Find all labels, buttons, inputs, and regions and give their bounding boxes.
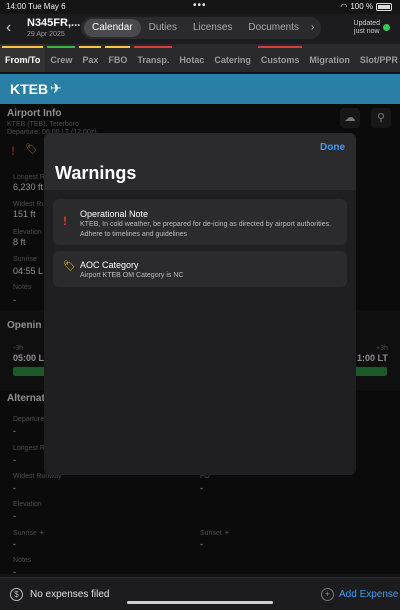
exclamation-icon: !: [63, 214, 67, 228]
tab-transp[interactable]: Transp.: [132, 44, 174, 72]
tab-indicator: [79, 46, 102, 48]
back-chevron-icon[interactable]: ‹: [6, 19, 11, 37]
tag-icon: 🏷: [63, 261, 76, 272]
modal-header: Done Warnings: [44, 133, 356, 190]
no-expenses-text: No expenses filed: [30, 589, 110, 600]
tab-migration[interactable]: Migration: [304, 44, 355, 72]
sync-status-line1: Updated: [353, 20, 380, 27]
status-time: 14:00 Tue May 6: [6, 2, 66, 11]
warning-description: KTEB, In cold weather, be prepared for d…: [80, 221, 331, 238]
warning-card-aoc-category[interactable]: 🏷 AOC Category Airport KTEB OM Category …: [53, 251, 347, 287]
tab-label: Customs: [260, 55, 300, 65]
home-indicator[interactable]: [127, 601, 273, 604]
multitask-dots[interactable]: •••: [193, 0, 207, 11]
tab-pax[interactable]: Pax: [77, 44, 103, 72]
tab-label: Migration: [309, 55, 350, 65]
tab-label: Slot/PPR: [359, 55, 398, 65]
warning-title: AOC Category: [80, 260, 139, 270]
segmented-nav: Calendar Duties Licenses Documents ›: [81, 17, 321, 39]
warning-card-operational-note[interactable]: ! Operational Note KTEB, In cold weather…: [53, 199, 347, 245]
tab-label: Hotac: [179, 55, 205, 65]
tab-fbo[interactable]: FBO: [103, 44, 132, 72]
segment-duties[interactable]: Duties: [141, 19, 185, 37]
chevron-right-icon[interactable]: ›: [307, 19, 318, 37]
battery-indicator: ◠ 100 %: [340, 2, 392, 11]
segment-documents[interactable]: Documents: [240, 19, 307, 37]
tab-label: FBO: [108, 55, 128, 65]
tab-label: Crew: [50, 55, 73, 65]
done-button[interactable]: Done: [320, 142, 345, 153]
flight-title[interactable]: N345FR,...: [27, 17, 80, 29]
warnings-modal: Done Warnings ! Operational Note KTEB, I…: [44, 133, 356, 475]
segment-calendar[interactable]: Calendar: [84, 19, 141, 37]
flight-date: 29 Apr 2025: [27, 31, 65, 38]
airport-code: KTEB: [10, 81, 49, 97]
warning-title: Operational Note: [80, 209, 149, 219]
tab-hotac[interactable]: Hotac: [174, 44, 209, 72]
tab-from-to[interactable]: From/To: [0, 44, 46, 72]
status-bar: 14:00 Tue May 6 ••• ◠ 100 %: [0, 0, 400, 14]
wifi-icon: ◠: [340, 2, 348, 11]
tab-indicator: [2, 46, 44, 48]
tab-catering[interactable]: Catering: [209, 44, 256, 72]
tab-indicator: [105, 46, 131, 48]
dollar-icon: $: [10, 588, 23, 601]
battery-percent: 100 %: [350, 2, 373, 11]
airport-header: KTEB ✈: [0, 74, 400, 104]
tab-crew[interactable]: Crew: [45, 44, 77, 72]
expenses-footer: $ No expenses filed + Add Expense: [0, 577, 400, 610]
segment-licenses[interactable]: Licenses: [185, 19, 240, 37]
section-tabs: From/To Crew Pax FBO Transp. Hotac Cater…: [0, 44, 400, 72]
warning-description: Airport KTEB OM Category is NC: [80, 272, 184, 279]
tab-indicator: [134, 46, 173, 48]
sync-status-dot: [383, 24, 390, 31]
app-header: ‹ N345FR,... 29 Apr 2025 Calendar Duties…: [0, 14, 400, 44]
battery-icon: [376, 2, 392, 11]
tab-label: Pax: [82, 55, 99, 65]
sync-status-line2: just now: [353, 28, 380, 35]
tab-label: Catering: [214, 55, 251, 65]
add-expense-button[interactable]: Add Expense: [339, 589, 399, 600]
tab-label: Transp.: [137, 55, 170, 65]
modal-title: Warnings: [55, 163, 137, 183]
tab-indicator: [257, 46, 303, 48]
tab-slot-ppr[interactable]: Slot/PPR: [355, 44, 400, 72]
add-icon[interactable]: +: [321, 588, 334, 601]
tab-indicator: [47, 46, 76, 48]
tab-customs[interactable]: Customs: [256, 44, 305, 72]
tab-label: From/To: [5, 55, 41, 65]
plane-icon: ✈: [50, 80, 62, 96]
sync-status: Updated just now: [354, 20, 380, 36]
